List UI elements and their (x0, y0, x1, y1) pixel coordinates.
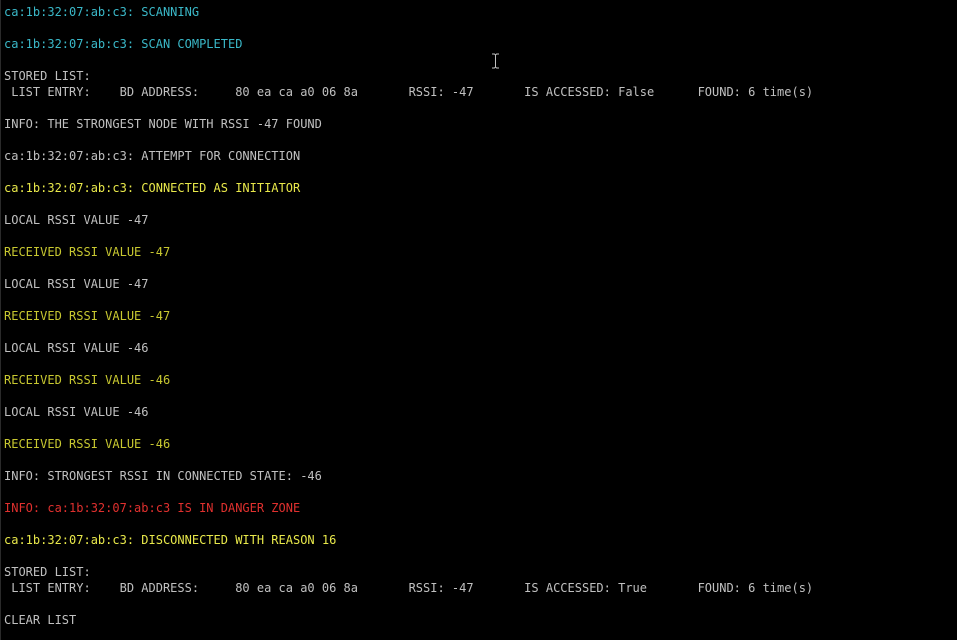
terminal-line: INFO: THE STRONGEST NODE WITH RSSI -47 F… (4, 117, 322, 131)
terminal-line: ca:1b:32:07:ab:c3: SCANNING (4, 5, 200, 19)
terminal-line: INFO: STRONGEST RSSI IN CONNECTED STATE:… (4, 469, 322, 483)
terminal-line: RECEIVED RSSI VALUE -46 (4, 437, 171, 451)
terminal-line: RECEIVED RSSI VALUE -46 (4, 373, 171, 387)
terminal-line: RECEIVED RSSI VALUE -47 (4, 245, 171, 259)
terminal-line: STORED LIST: (4, 565, 91, 579)
window-left-border (0, 0, 1, 640)
terminal-line: LOCAL RSSI VALUE -46 (4, 341, 149, 355)
terminal-line: ca:1b:32:07:ab:c3: ATTEMPT FOR CONNECTIO… (4, 149, 301, 163)
terminal-line: ca:1b:32:07:ab:c3: SCAN COMPLETED (4, 37, 243, 51)
terminal-line: LOCAL RSSI VALUE -46 (4, 405, 149, 419)
terminal-line: RECEIVED RSSI VALUE -47 (4, 309, 171, 323)
terminal-line: LOCAL RSSI VALUE -47 (4, 277, 149, 291)
terminal-window[interactable]: ca:1b:32:07:ab:c3: SCANNING ca:1b:32:07:a… (0, 0, 957, 640)
terminal-output[interactable]: ca:1b:32:07:ab:c3: SCANNING ca:1b:32:07:a… (4, 4, 813, 628)
terminal-line: LOCAL RSSI VALUE -47 (4, 213, 149, 227)
terminal-line: INFO: ca:1b:32:07:ab:c3 IS IN DANGER ZON… (4, 501, 301, 515)
terminal-line: CLEAR LIST (4, 613, 77, 627)
terminal-line: LIST ENTRY: BD ADDRESS: 80 ea ca a0 06 8… (4, 85, 814, 99)
i-beam-cursor-icon (491, 53, 500, 69)
terminal-line: LIST ENTRY: BD ADDRESS: 80 ea ca a0 06 8… (4, 581, 814, 595)
terminal-line: STORED LIST: (4, 69, 91, 83)
terminal-line: ca:1b:32:07:ab:c3: CONNECTED AS INITIATO… (4, 181, 301, 195)
terminal-line: ca:1b:32:07:ab:c3: DISCONNECTED WITH REA… (4, 533, 337, 547)
